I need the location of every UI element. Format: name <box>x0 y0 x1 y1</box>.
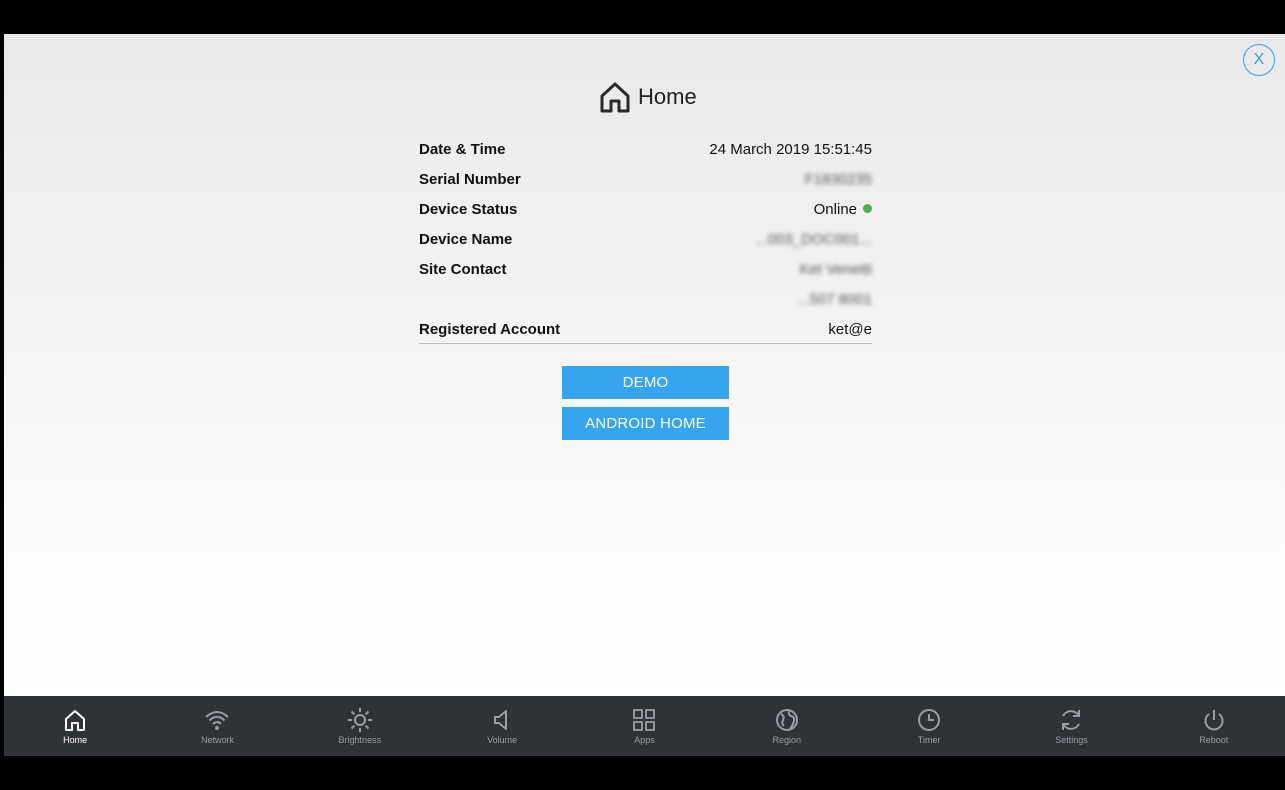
info-row-site-contact: Site Contact Ket Venetti <box>419 254 872 284</box>
device-name-value: ...003_DOC001... <box>755 230 872 248</box>
dock-item-settings[interactable]: Settings <box>1000 696 1142 756</box>
dock-item-apps[interactable]: Apps <box>573 696 715 756</box>
dock-item-home[interactable]: Home <box>4 696 146 756</box>
status-dot-icon <box>863 203 872 213</box>
info-row-account: Registered Account ket@e <box>419 314 872 344</box>
dock-item-volume[interactable]: Volume <box>431 696 573 756</box>
dock-item-brightness[interactable]: Brightness <box>289 696 431 756</box>
date-time-label: Date & Time <box>419 140 506 158</box>
date-time-value: 24 March 2019 15:51:45 <box>709 140 872 158</box>
dock-label: Reboot <box>1199 735 1229 745</box>
clock-icon <box>918 709 941 731</box>
page-header: Home <box>598 80 697 114</box>
registered-account-label: Registered Account <box>419 320 561 338</box>
dock-item-reboot[interactable]: Reboot <box>1143 696 1285 756</box>
device-status-label: Device Status <box>419 200 518 218</box>
dock-label: Region <box>772 735 802 745</box>
dock-label: Timer <box>917 735 941 745</box>
dock-label: Apps <box>634 735 655 745</box>
wifi-icon <box>205 711 230 730</box>
info-divider <box>419 343 872 344</box>
android-home-button[interactable]: ANDROID HOME <box>562 407 729 440</box>
site-contact-label: Site Contact <box>419 260 507 278</box>
dock-item-timer[interactable]: Timer <box>858 696 1000 756</box>
device-info-list: Date & Time 24 March 2019 15:51:45 Seria… <box>419 134 872 344</box>
home-icon <box>600 82 630 113</box>
device-status-value-wrap: Online <box>814 201 872 218</box>
page-title: Home <box>638 84 697 109</box>
close-button[interactable]: X <box>1243 44 1275 76</box>
info-row-serial: Serial Number F1830235 <box>419 164 872 194</box>
home-icon <box>65 710 86 731</box>
info-row-date-time: Date & Time 24 March 2019 15:51:45 <box>419 134 872 164</box>
dock-item-network[interactable]: Network <box>146 696 288 756</box>
bottom-dock: Home Network Brightness Volume Apps Regi… <box>4 696 1285 756</box>
site-phone-value: ...507 8001 <box>796 290 872 308</box>
device-status-value: Online <box>813 200 857 218</box>
apps-icon <box>633 709 656 731</box>
dock-label: Volume <box>487 735 518 745</box>
home-screen: X Home Date & Time 24 March 2019 15:51:4… <box>4 34 1285 696</box>
dock-label: Network <box>200 735 234 745</box>
serial-number-label: Serial Number <box>419 170 521 188</box>
dock-item-region[interactable]: Region <box>716 696 858 756</box>
dock-label: Brightness <box>338 735 382 745</box>
info-row-device-name: Device Name ...003_DOC001... <box>419 224 872 254</box>
device-name-label: Device Name <box>419 230 513 248</box>
brightness-icon <box>347 708 372 732</box>
info-row-status: Device Status Online <box>419 194 872 224</box>
globe-icon <box>775 709 798 731</box>
refresh-icon <box>1062 710 1081 730</box>
dock-label: Settings <box>1055 735 1088 745</box>
info-row-site-phone: ...507 8001 <box>419 284 872 314</box>
dock-label: Home <box>63 735 88 745</box>
volume-icon <box>494 710 508 730</box>
serial-number-value: F1830235 <box>804 170 872 188</box>
demo-button[interactable]: DEMO <box>562 366 729 399</box>
registered-account-value: ket@e <box>828 320 872 338</box>
power-icon <box>1204 710 1224 731</box>
site-contact-value: Ket Venetti <box>799 260 872 278</box>
